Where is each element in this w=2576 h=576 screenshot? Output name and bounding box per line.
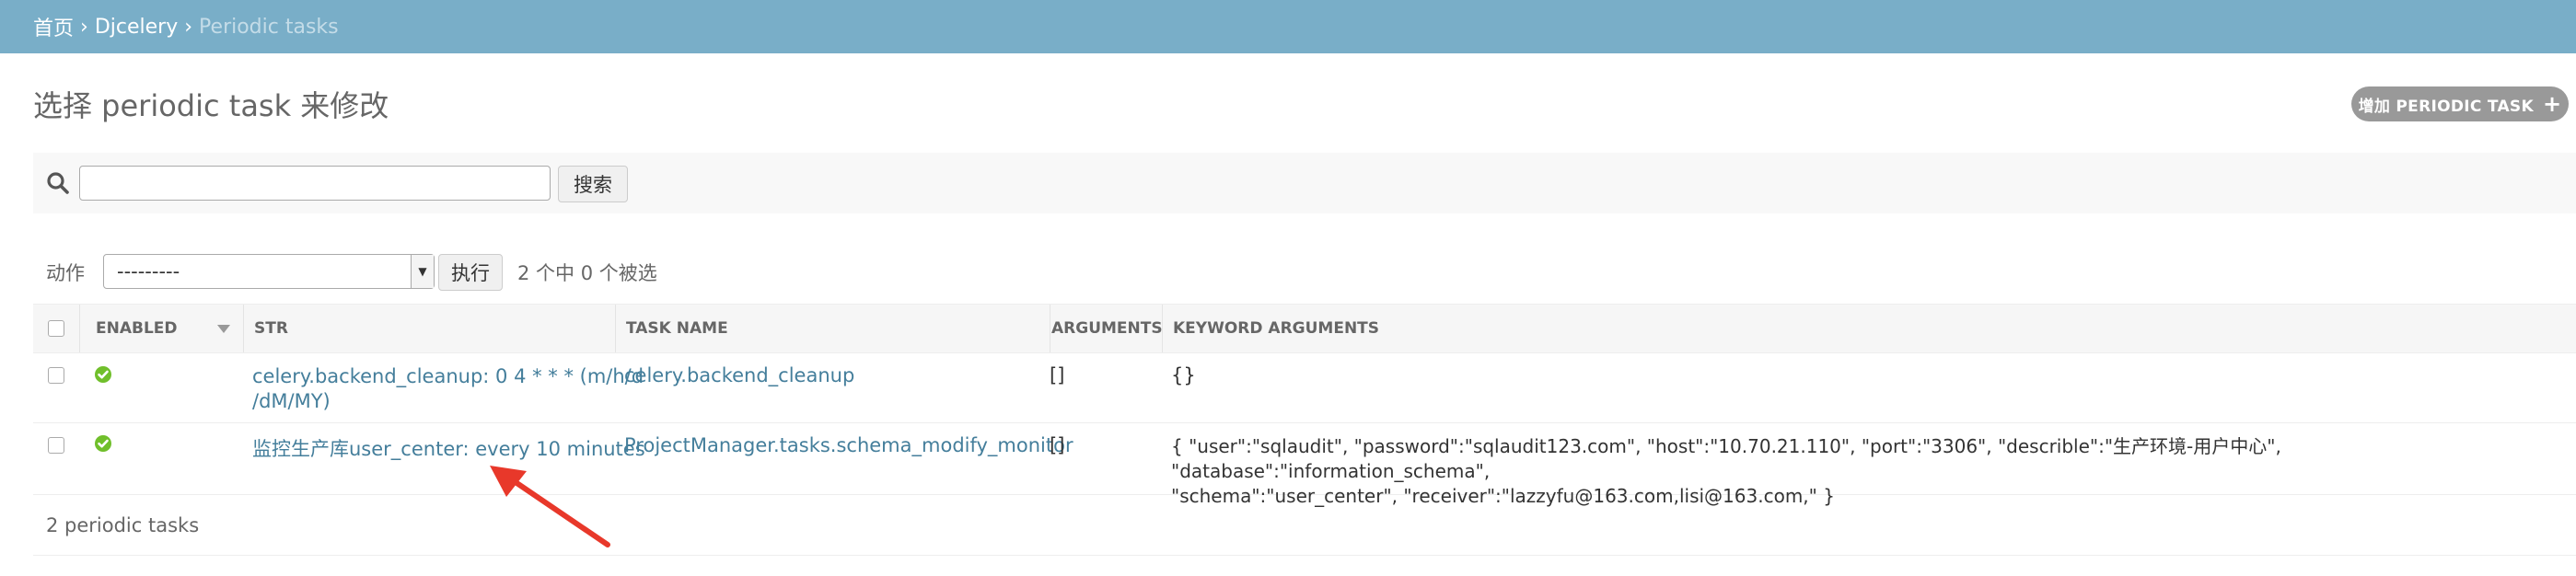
add-button-label: 增加 PERIODIC TASK bbox=[2358, 97, 2534, 116]
row-str-line: celery.backend_cleanup: 0 4 * * * (m/h/d bbox=[252, 365, 644, 387]
search-toolbar: 搜索 bbox=[33, 153, 2576, 213]
selection-counter: 2 个中 0 个被选 bbox=[517, 262, 657, 284]
breadcrumb-current: Periodic tasks bbox=[199, 15, 339, 39]
row-checkbox[interactable] bbox=[48, 437, 64, 454]
search-icon bbox=[47, 172, 69, 194]
kwargs-line: { "user":"sqlaudit", "password":"sqlaudi… bbox=[1171, 435, 2281, 482]
search-input[interactable] bbox=[79, 166, 551, 201]
action-select-value: --------- bbox=[117, 260, 180, 282]
table-header: ENABLED STR TASK NAME ARGUMENTS KEYWORD … bbox=[33, 304, 2576, 353]
paginator: 2 periodic tasks bbox=[33, 495, 2576, 556]
plus-icon: + bbox=[2542, 91, 2562, 117]
row-arguments: [] bbox=[1050, 364, 1065, 386]
row-task-name: celery.backend_cleanup bbox=[624, 364, 855, 386]
column-header-keyword-arguments[interactable]: KEYWORD ARGUMENTS bbox=[1173, 305, 1379, 352]
table-row: celery.backend_cleanup: 0 4 * * * (m/h/d… bbox=[33, 353, 2576, 423]
enabled-check-icon bbox=[95, 435, 111, 452]
chevron-down-icon: ▼ bbox=[411, 255, 434, 288]
breadcrumb: 首页 › Djcelery › Periodic tasks bbox=[0, 0, 2576, 53]
breadcrumb-separator: › bbox=[80, 15, 88, 39]
add-periodic-task-button[interactable]: 增加 PERIODIC TASK + bbox=[2351, 86, 2569, 121]
table-row: 监控生产库user_center: every 10 minutes Proje… bbox=[33, 423, 2576, 507]
row-arguments: [] bbox=[1050, 434, 1065, 456]
row-task-name: ProjectManager.tasks.schema_modify_monit… bbox=[624, 434, 1073, 456]
page-title: 选择 periodic task 来修改 bbox=[33, 88, 389, 123]
action-select[interactable]: --------- ▼ bbox=[103, 254, 435, 289]
breadcrumb-home-link[interactable]: 首页 bbox=[33, 12, 74, 41]
column-header-str[interactable]: STR bbox=[254, 305, 288, 352]
search-button[interactable]: 搜索 bbox=[558, 166, 628, 202]
sort-descending-icon[interactable] bbox=[217, 325, 230, 333]
breadcrumb-separator: › bbox=[184, 15, 193, 39]
select-all-cell bbox=[48, 305, 64, 352]
row-str-line: /dM/MY) bbox=[252, 390, 331, 412]
column-header-enabled[interactable]: ENABLED bbox=[96, 305, 178, 352]
annotation-arrow-icon bbox=[490, 466, 610, 547]
actions-label: 动作 bbox=[46, 262, 85, 284]
select-all-checkbox[interactable] bbox=[48, 320, 64, 337]
row-checkbox[interactable] bbox=[48, 367, 64, 384]
breadcrumb-app-link[interactable]: Djcelery bbox=[95, 16, 178, 39]
column-header-arguments[interactable]: ARGUMENTS bbox=[1051, 305, 1163, 352]
row-str-link[interactable]: 监控生产库user_center: every 10 minutes bbox=[252, 434, 645, 462]
row-keyword-arguments: {} bbox=[1171, 364, 1196, 386]
enabled-check-icon bbox=[95, 366, 111, 383]
run-action-button[interactable]: 执行 bbox=[438, 254, 503, 291]
row-str-link[interactable]: celery.backend_cleanup: 0 4 * * * (m/h/d… bbox=[252, 364, 644, 414]
column-header-task-name[interactable]: TASK NAME bbox=[626, 305, 728, 352]
